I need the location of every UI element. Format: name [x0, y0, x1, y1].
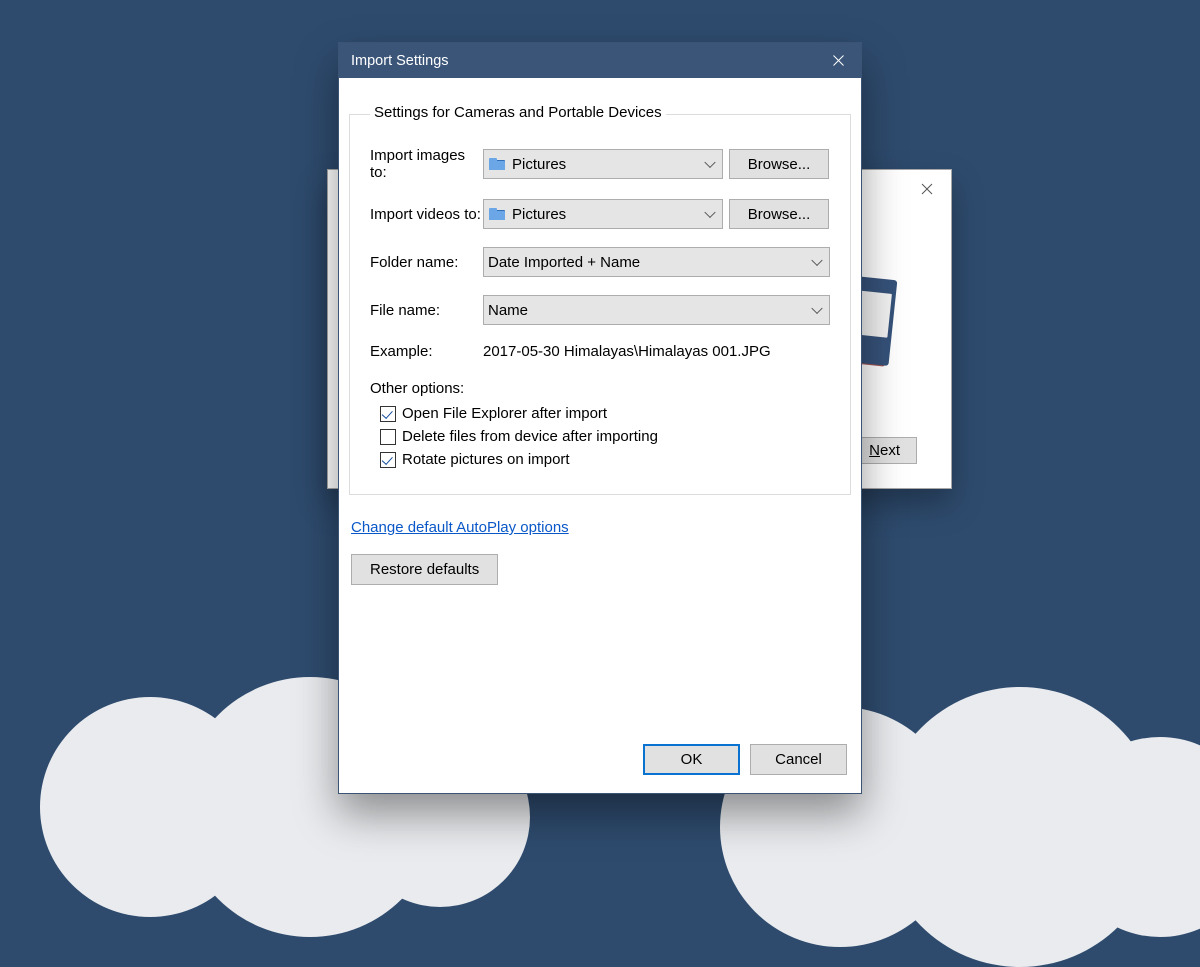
settings-group: Settings for Cameras and Portable Device… — [349, 106, 851, 495]
rotate-checkbox[interactable] — [380, 452, 396, 468]
dialog-titlebar: Import Settings — [339, 43, 861, 78]
chevron-down-icon — [704, 157, 715, 168]
dialog-title: Import Settings — [351, 53, 449, 69]
dialog-footer: OK Cancel — [339, 732, 861, 793]
videos-to-value: Pictures — [512, 206, 566, 223]
background-close-icon[interactable] — [921, 182, 933, 199]
import-settings-dialog: Import Settings Settings for Cameras and… — [338, 42, 862, 794]
folder-icon — [488, 156, 508, 172]
group-legend: Settings for Cameras and Portable Device… — [370, 104, 666, 121]
folder-name-combo[interactable]: Date Imported + Name — [483, 247, 830, 277]
chevron-down-icon — [811, 255, 822, 266]
folder-name-value: Date Imported + Name — [488, 254, 640, 271]
videos-to-label: Import videos to: — [370, 206, 483, 223]
delete-after-checkbox[interactable] — [380, 429, 396, 445]
chevron-down-icon — [811, 303, 822, 314]
restore-defaults-button[interactable]: Restore defaults — [351, 554, 498, 585]
close-button[interactable] — [815, 43, 861, 78]
autoplay-link[interactable]: Change default AutoPlay options — [351, 519, 569, 536]
images-to-value: Pictures — [512, 156, 566, 173]
chevron-down-icon — [704, 207, 715, 218]
open-explorer-checkbox[interactable] — [380, 406, 396, 422]
videos-browse-button[interactable]: Browse... — [729, 199, 829, 229]
folder-name-label: Folder name: — [370, 254, 483, 271]
other-options-label: Other options: — [370, 380, 830, 397]
videos-to-combo[interactable]: Pictures — [483, 199, 723, 229]
example-value: 2017-05-30 Himalayas\Himalayas 001.JPG — [483, 343, 771, 360]
delete-after-label: Delete files from device after importing — [402, 428, 658, 445]
file-name-value: Name — [488, 302, 528, 319]
images-to-label: Import images to: — [370, 147, 483, 181]
open-explorer-label: Open File Explorer after import — [402, 405, 607, 422]
rotate-label: Rotate pictures on import — [402, 451, 570, 468]
cancel-button[interactable]: Cancel — [750, 744, 847, 775]
file-name-label: File name: — [370, 302, 483, 319]
images-to-combo[interactable]: Pictures — [483, 149, 723, 179]
images-browse-button[interactable]: Browse... — [729, 149, 829, 179]
example-label: Example: — [370, 343, 483, 360]
ok-button[interactable]: OK — [643, 744, 740, 775]
file-name-combo[interactable]: Name — [483, 295, 830, 325]
folder-icon — [488, 206, 508, 222]
